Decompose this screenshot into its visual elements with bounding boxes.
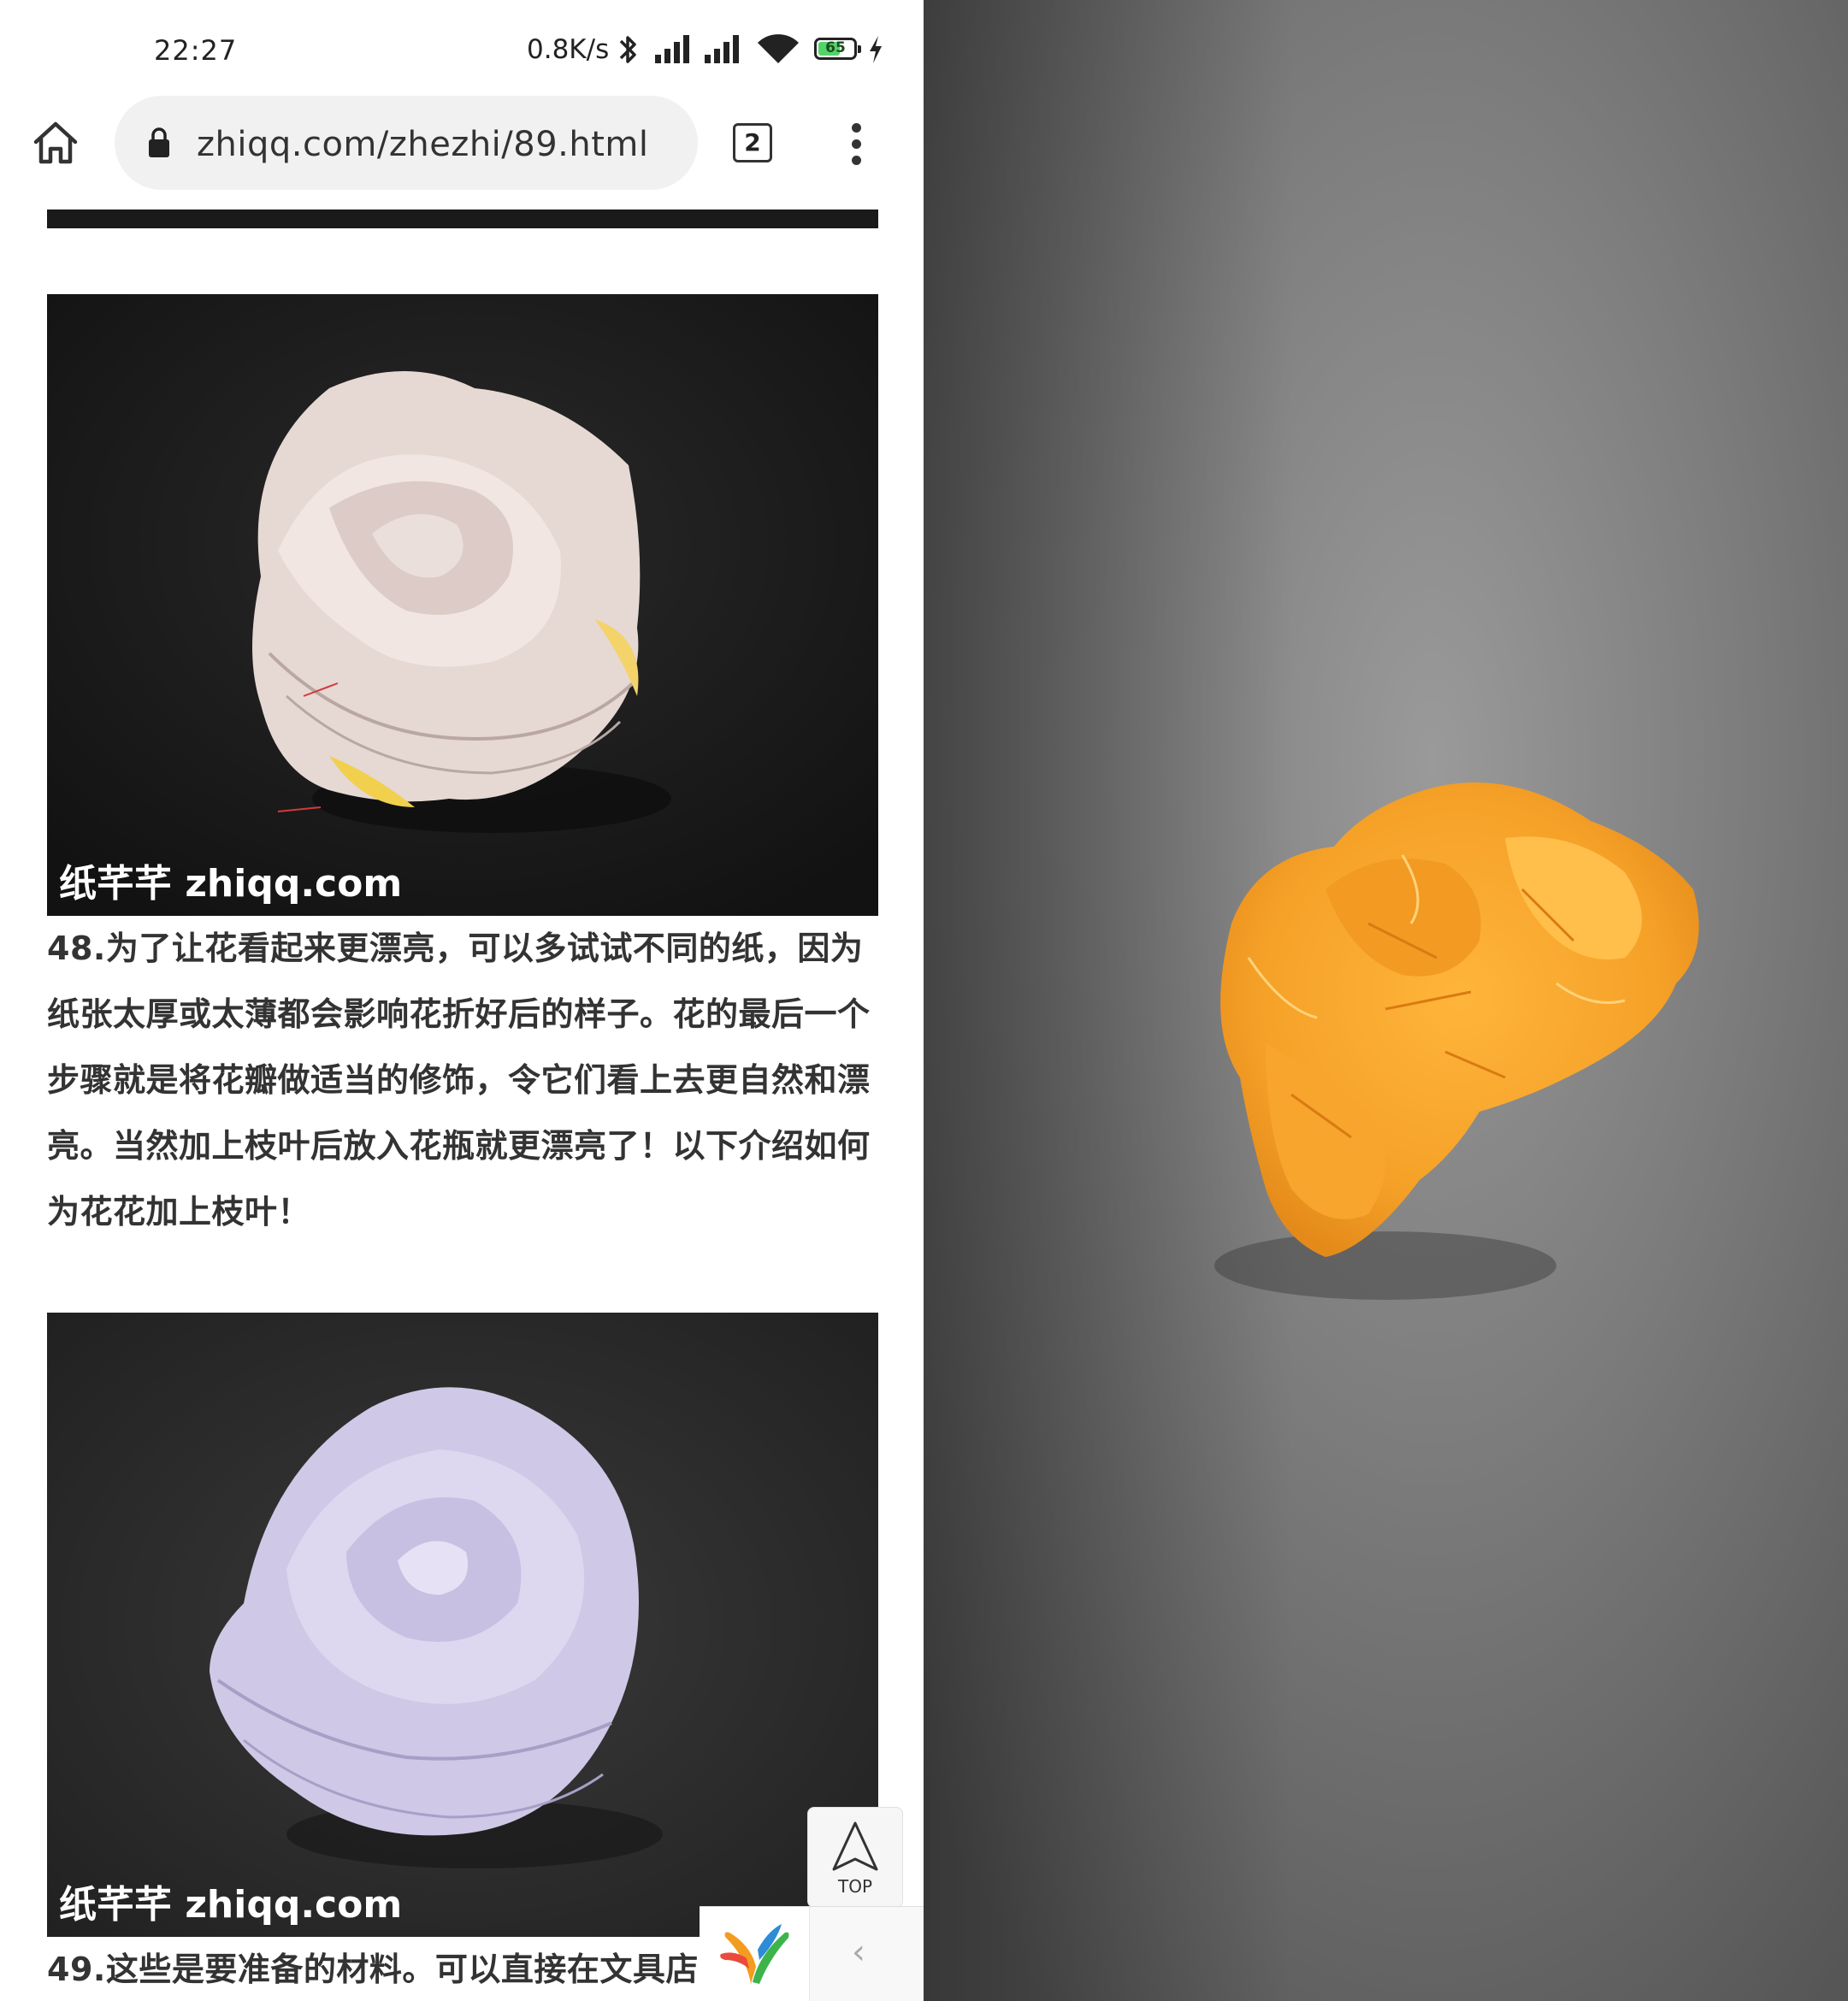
floating-dock: ‹ [700,1906,924,2001]
scroll-to-top-button[interactable]: TOP [807,1807,903,1908]
url-text[interactable]: zhiqq.com/zhezhi/89.html [197,125,648,164]
browser-toolbar: zhiqq.com/zhezhi/89.html 2 [0,94,924,214]
image-watermark: 纸芊芊 zhiqq.com [59,862,403,906]
network-speed: 0.8K/s [527,34,610,65]
back-chevron-icon[interactable]: ‹ [852,1933,865,1972]
address-bar[interactable]: zhiqq.com/zhezhi/89.html [115,96,698,190]
paper-rose-cream [47,294,878,916]
app-logo-icon [720,1924,789,1984]
lock-icon [149,127,169,157]
status-bar: 22:27 0.8K/s 65 [0,0,924,94]
top-label: TOP [837,1876,873,1897]
orange-paper-flower [924,0,1848,2001]
battery-level: 65 [825,39,846,56]
status-time: 22:27 [154,34,238,67]
step-48-image: 纸芊芊 zhiqq.com [47,294,878,916]
more-vertical-icon[interactable] [852,123,862,166]
charging-icon [870,36,882,63]
app-logo-button[interactable] [700,1907,810,2001]
signal-icon [655,35,689,63]
crumpled-rose-photo [924,0,1848,2001]
battery-icon: 65 [814,38,861,60]
phone-screenshot: 22:27 0.8K/s 65 zhiqq.com/zhezhi/89.html… [0,0,924,2001]
signal-icon [705,35,739,63]
image-watermark: 纸芊芊 zhiqq.com [59,1883,403,1927]
home-icon[interactable] [31,118,80,168]
article-content: 纸芊芊 zhiqq.com 48.为了让花看起来更漂亮，可以多试试不同的纸，因为… [0,210,924,2001]
step-49-image: 纸芊芊 zhiqq.com [47,1313,878,1937]
wifi-icon [758,34,799,63]
paper-rose-lavender [47,1313,878,1937]
bluetooth-icon [619,36,636,63]
tabs-button[interactable]: 2 [733,123,772,162]
step-48-text: 48.为了让花看起来更漂亮，可以多试试不同的纸，因为纸张太厚或太薄都会影响花折好… [47,930,871,1231]
previous-step-image [47,210,878,228]
